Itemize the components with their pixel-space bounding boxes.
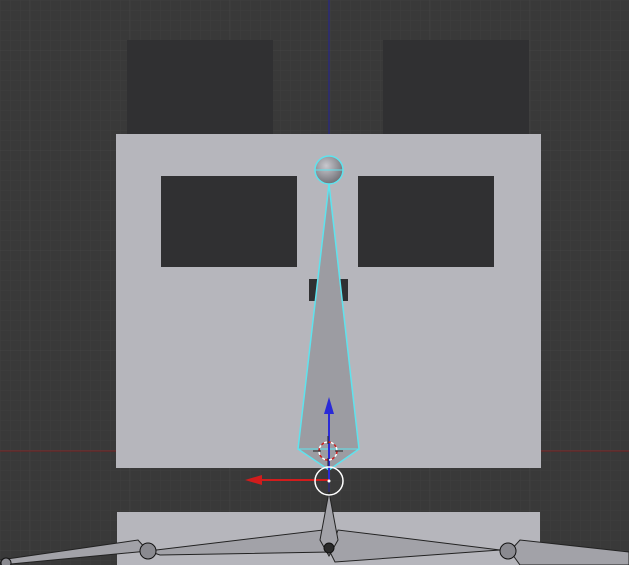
3d-viewport[interactable]: [0, 0, 629, 565]
viewport-canvas[interactable]: [0, 0, 629, 565]
bone-joint-right-icon[interactable]: [499, 542, 517, 560]
mesh-eye-right[interactable]: [358, 176, 494, 267]
mesh-back-block-right[interactable]: [383, 40, 529, 134]
bone-joint-left-icon[interactable]: [139, 542, 157, 560]
gizmo-center-dot: [327, 479, 331, 483]
mesh-eye-left[interactable]: [161, 176, 297, 267]
bone-joint-center-icon[interactable]: [323, 542, 335, 554]
mesh-back-block-left[interactable]: [127, 40, 273, 134]
bone-joint-edge-left-icon[interactable]: [0, 557, 12, 565]
